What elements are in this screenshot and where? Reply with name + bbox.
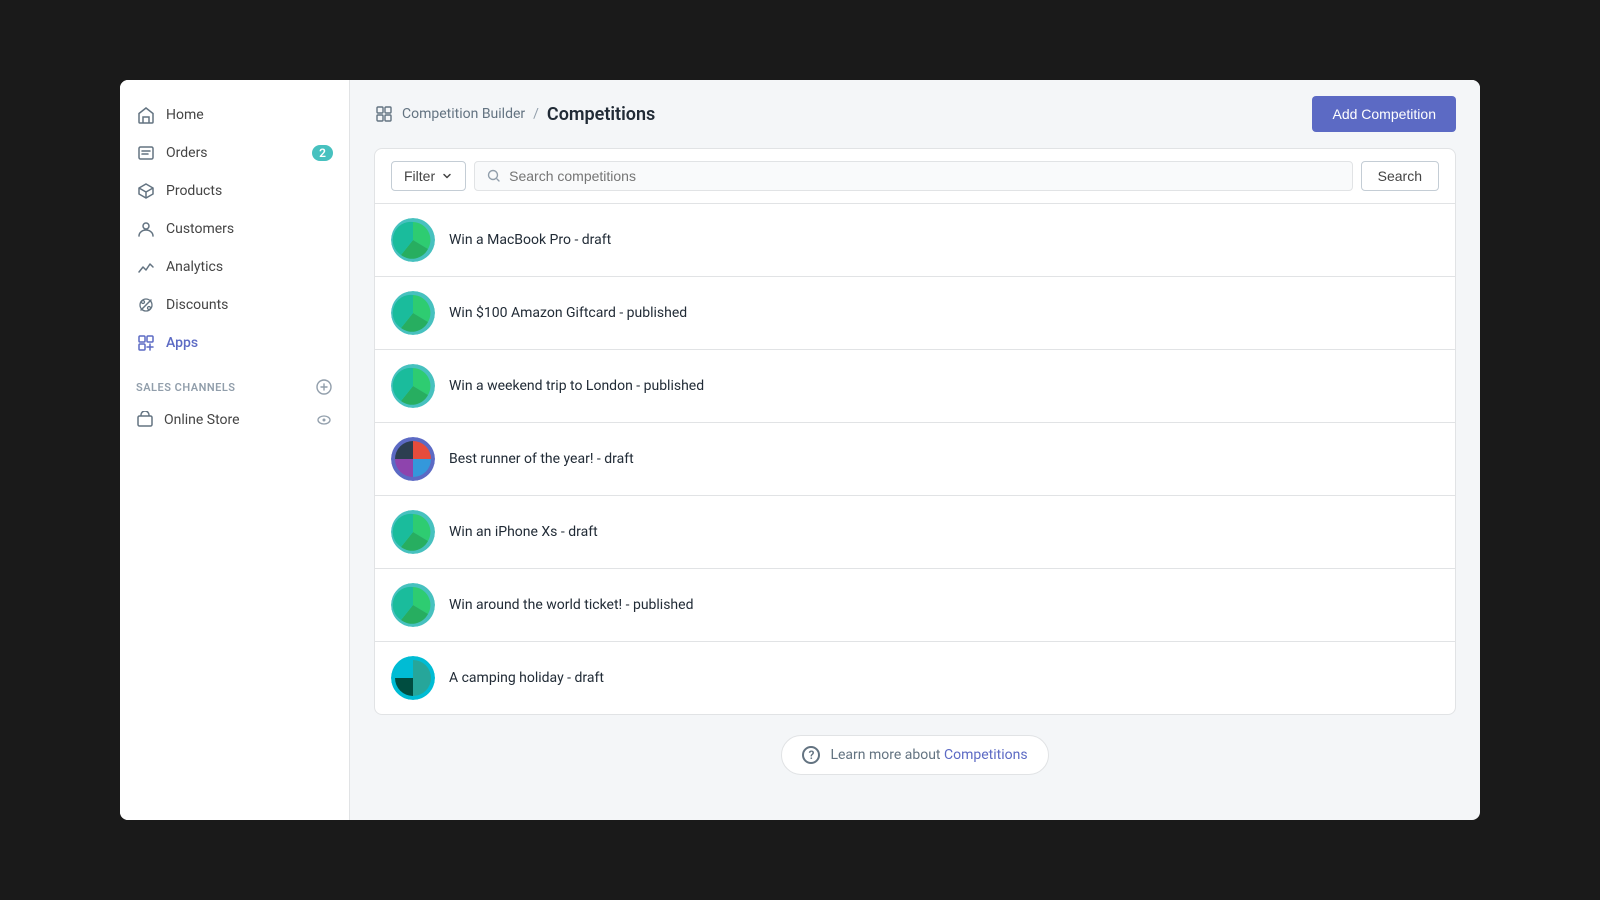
- competition-item[interactable]: A camping holiday - draft: [375, 642, 1455, 714]
- sidebar-apps-label: Apps: [166, 335, 198, 351]
- competition-item[interactable]: Win around the world ticket! - published: [375, 569, 1455, 642]
- competition-avatar: [391, 437, 435, 481]
- sidebar-item-products[interactable]: Products: [120, 172, 349, 210]
- sidebar-item-customers[interactable]: Customers: [120, 210, 349, 248]
- competition-avatar: [391, 583, 435, 627]
- breadcrumb-root: Competition Builder: [402, 106, 525, 122]
- filter-chevron-icon: [441, 170, 453, 182]
- discounts-icon: [136, 295, 156, 315]
- sidebar-item-home[interactable]: Home: [120, 96, 349, 134]
- sidebar-item-analytics[interactable]: Analytics: [120, 248, 349, 286]
- footer-pill: ? Learn more about Competitions: [781, 735, 1048, 775]
- competition-title: Win a weekend trip to London - published: [449, 378, 704, 394]
- sidebar-home-label: Home: [166, 107, 204, 123]
- page-title: Competitions: [547, 104, 655, 125]
- sidebar-discounts-label: Discounts: [166, 297, 228, 313]
- competition-title: Win around the world ticket! - published: [449, 597, 693, 613]
- online-store-label: Online Store: [164, 412, 240, 428]
- sidebar-item-orders[interactable]: Orders 2: [120, 134, 349, 172]
- apps-icon: [136, 333, 156, 353]
- filter-label: Filter: [404, 168, 435, 184]
- competitions-link[interactable]: Competitions: [944, 747, 1028, 763]
- breadcrumb-separator: /: [533, 106, 539, 122]
- competitions-card: Filter: [374, 148, 1456, 715]
- orders-icon: [136, 143, 156, 163]
- home-icon: [136, 105, 156, 125]
- competition-item[interactable]: Win an iPhone Xs - draft: [375, 496, 1455, 569]
- add-sales-channel-icon[interactable]: [315, 378, 333, 396]
- sidebar: Home Orders 2: [120, 80, 350, 820]
- competition-avatar: [391, 510, 435, 554]
- competition-avatar: [391, 218, 435, 262]
- competition-builder-icon: [374, 104, 394, 124]
- competition-title: Win a MacBook Pro - draft: [449, 232, 611, 248]
- competition-item[interactable]: Win $100 Amazon Giftcard - published: [375, 277, 1455, 350]
- sidebar-orders-label: Orders: [166, 145, 208, 161]
- search-input[interactable]: [509, 168, 1340, 184]
- search-icon: [487, 169, 501, 183]
- sales-channels-header: SALES CHANNELS: [120, 362, 349, 402]
- competition-avatar: [391, 364, 435, 408]
- sidebar-item-discounts[interactable]: Discounts: [120, 286, 349, 324]
- top-bar: Competition Builder / Competitions Add C…: [350, 80, 1480, 148]
- orders-badge: 2: [312, 145, 333, 161]
- search-input-wrapper: [474, 161, 1353, 191]
- analytics-icon: [136, 257, 156, 277]
- eye-icon[interactable]: [315, 411, 333, 429]
- search-bar: Filter: [375, 149, 1455, 204]
- footer-info: ? Learn more about Competitions: [374, 715, 1456, 795]
- search-button[interactable]: Search: [1361, 161, 1439, 191]
- competition-item[interactable]: Best runner of the year! - draft: [375, 423, 1455, 496]
- competition-title: Win $100 Amazon Giftcard - published: [449, 305, 687, 321]
- sidebar-item-online-store[interactable]: Online Store: [120, 402, 349, 438]
- customers-icon: [136, 219, 156, 239]
- competition-avatar: [391, 291, 435, 335]
- main-content: Competition Builder / Competitions Add C…: [350, 80, 1480, 820]
- content-area: Filter: [350, 148, 1480, 820]
- competition-title: Win an iPhone Xs - draft: [449, 524, 598, 540]
- sales-channels-label: SALES CHANNELS: [136, 381, 236, 394]
- sidebar-customers-label: Customers: [166, 221, 234, 237]
- online-store-icon: [136, 411, 154, 429]
- competition-avatar: [391, 656, 435, 700]
- sidebar-analytics-label: Analytics: [166, 259, 223, 275]
- competition-item[interactable]: Win a MacBook Pro - draft: [375, 204, 1455, 277]
- add-competition-button[interactable]: Add Competition: [1312, 96, 1456, 132]
- competitions-list: Win a MacBook Pro - draft Win $100 Amazo…: [375, 204, 1455, 714]
- help-icon: ?: [802, 746, 820, 764]
- footer-text: Learn more about Competitions: [830, 747, 1027, 763]
- filter-button[interactable]: Filter: [391, 161, 466, 191]
- competition-item[interactable]: Win a weekend trip to London - published: [375, 350, 1455, 423]
- sidebar-products-label: Products: [166, 183, 222, 199]
- products-icon: [136, 181, 156, 201]
- competition-title: A camping holiday - draft: [449, 670, 604, 686]
- breadcrumb: Competition Builder / Competitions: [374, 104, 655, 125]
- sidebar-item-apps[interactable]: Apps: [120, 324, 349, 362]
- competition-title: Best runner of the year! - draft: [449, 451, 634, 467]
